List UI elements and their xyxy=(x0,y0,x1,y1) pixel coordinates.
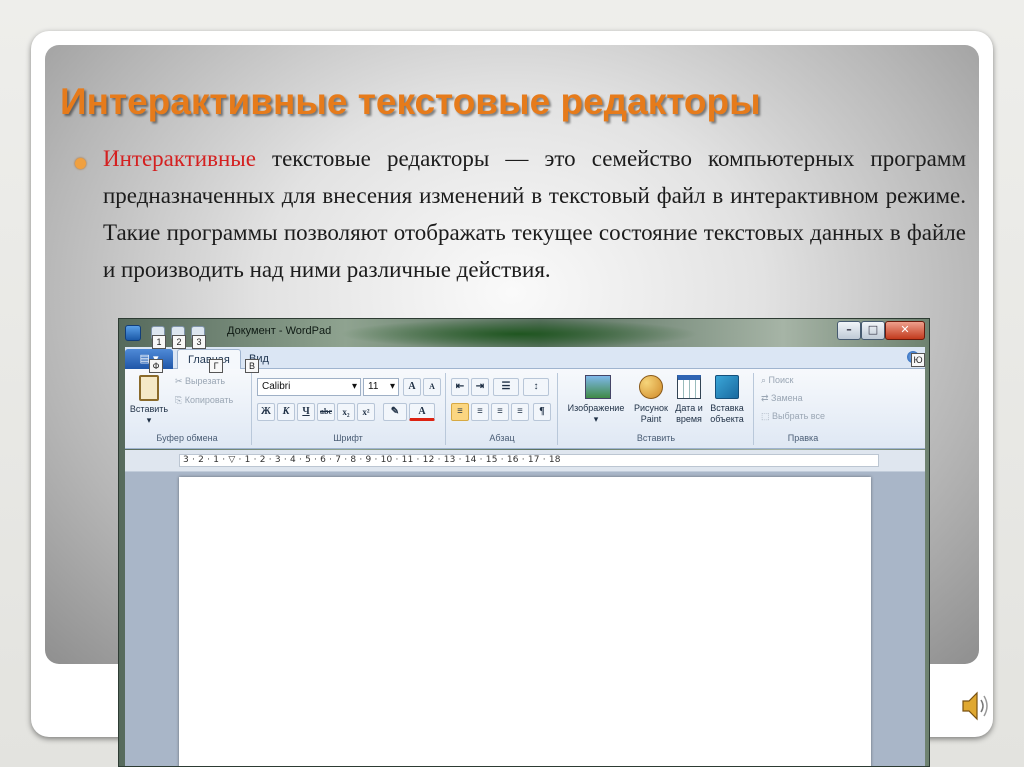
group-separator xyxy=(557,373,558,445)
editing-group-label: Правка xyxy=(787,433,819,443)
scissors-icon: ✂ xyxy=(175,376,186,386)
clipboard-icon xyxy=(139,375,159,401)
justify-icon[interactable]: ≡ xyxy=(511,403,529,421)
copy-button[interactable]: ⎘ Копировать xyxy=(175,395,233,406)
wordpad-screenshot: 1 2 3 Документ - WordPad – □ ✕ ▤ ▾ Ф Гла… xyxy=(118,318,930,767)
insert-group-label: Вставить xyxy=(636,433,676,443)
document-area xyxy=(125,472,925,766)
binoculars-icon: ⌕ xyxy=(761,375,769,385)
paste-button[interactable]: Вставить ▾ xyxy=(129,373,169,427)
speaker-icon[interactable] xyxy=(960,688,990,724)
slide-title: Интерактивные текстовые редакторы xyxy=(60,81,761,122)
increase-indent-icon[interactable]: ⇥ xyxy=(471,378,489,396)
chevron-down-icon: ▾ xyxy=(389,381,395,392)
bullets-icon[interactable]: ☰ xyxy=(493,378,519,396)
chevron-down-icon: ▾ xyxy=(146,415,152,425)
chevron-down-icon: ▾ xyxy=(593,414,599,424)
decrease-indent-icon[interactable]: ⇤ xyxy=(451,378,469,396)
font-size-combo[interactable]: 11 ▾ xyxy=(363,378,399,396)
keytip-help: Ю xyxy=(911,353,925,367)
palette-icon xyxy=(639,375,663,399)
bold-button[interactable]: Ж xyxy=(257,403,275,421)
slide: Интерактивные текстовые редакторы Интера… xyxy=(0,0,1024,767)
underline-button[interactable]: Ч xyxy=(297,403,315,421)
insert-paint-button[interactable]: Рисунок Paint xyxy=(631,373,671,429)
maximize-button[interactable]: □ xyxy=(861,321,885,340)
ribbon-tab-bar: ▤ ▾ Ф Главная Г Вид В Ю xyxy=(125,347,925,373)
close-button[interactable]: ✕ xyxy=(885,321,925,340)
ruler[interactable]: 3 · 2 · 1 · ▽ · 1 · 2 · 3 · 4 · 5 · 6 · … xyxy=(125,450,925,472)
align-left-icon[interactable]: ≡ xyxy=(451,403,469,421)
paste-label: Вставить xyxy=(129,404,169,414)
font-color-button[interactable]: A xyxy=(409,403,435,421)
strikethrough-button[interactable]: abc xyxy=(317,403,335,421)
cut-button[interactable]: ✂ Вырезать xyxy=(175,376,225,387)
calendar-icon xyxy=(677,375,701,399)
window-titlebar[interactable]: 1 2 3 Документ - WordPad – □ ✕ xyxy=(119,319,929,349)
replace-icon: ⇄ xyxy=(761,393,772,403)
select-all-icon: ⬚ xyxy=(761,411,773,421)
shrink-font-button[interactable]: A xyxy=(423,378,441,396)
chevron-down-icon: ▾ xyxy=(351,381,357,392)
font-family-combo[interactable]: Calibri ▾ xyxy=(257,378,361,396)
clipboard-group-label: Буфер обмена xyxy=(156,433,218,443)
image-icon xyxy=(585,375,611,399)
align-center-icon[interactable]: ≡ xyxy=(471,403,489,421)
grow-font-button[interactable]: A xyxy=(403,378,421,396)
window-title: Документ - WordPad xyxy=(227,325,332,337)
keytip-undo: 2 xyxy=(172,335,186,349)
select-all-button[interactable]: ⬚ Выбрать все xyxy=(761,411,825,422)
bullet-icon xyxy=(75,158,86,169)
highlighter-icon: ✎ xyxy=(390,406,400,417)
subscript-button[interactable]: x₂ xyxy=(337,403,355,421)
keytip-view: В xyxy=(245,359,259,373)
find-button[interactable]: ⌕ Поиск xyxy=(761,375,794,386)
insert-datetime-button[interactable]: Дата и время xyxy=(671,373,707,429)
bullet-paragraph: Интерактивные текстовые редакторы — это … xyxy=(103,140,966,288)
line-spacing-icon[interactable]: ↕ xyxy=(523,378,549,396)
insert-image-button[interactable]: Изображение ▾ xyxy=(563,373,629,429)
highlight-color-button[interactable]: ✎ xyxy=(383,403,407,421)
minimize-button[interactable]: – xyxy=(837,321,861,340)
copy-icon: ⎘ xyxy=(175,395,185,405)
superscript-button[interactable]: x² xyxy=(357,403,375,421)
group-separator xyxy=(753,373,754,445)
highlighted-term: Интерактивные xyxy=(103,146,256,171)
group-separator xyxy=(251,373,252,445)
keytip-file: Ф xyxy=(149,359,163,373)
paragraph-group-label: Абзац xyxy=(489,433,515,443)
keytip-save: 1 xyxy=(152,335,166,349)
keytip-home: Г xyxy=(209,359,223,373)
ruler-scale: 3 · 2 · 1 · ▽ · 1 · 2 · 3 · 4 · 5 · 6 · … xyxy=(183,455,561,465)
font-group-label: Шрифт xyxy=(333,433,363,443)
ribbon-home: Вставить ▾ ✂ Вырезать ⎘ Копировать Буфер… xyxy=(125,369,925,449)
keytip-redo: 3 xyxy=(192,335,206,349)
align-right-icon[interactable]: ≡ xyxy=(491,403,509,421)
wordpad-app-icon[interactable] xyxy=(125,325,141,341)
replace-button[interactable]: ⇄ Замена xyxy=(761,393,803,404)
document-page[interactable] xyxy=(179,477,871,766)
insert-object-button[interactable]: Вставка объекта xyxy=(707,373,747,429)
italic-button[interactable]: К xyxy=(277,403,295,421)
group-separator xyxy=(445,373,446,445)
object-icon xyxy=(715,375,739,399)
paragraph-settings-icon[interactable]: ¶ xyxy=(533,403,551,421)
